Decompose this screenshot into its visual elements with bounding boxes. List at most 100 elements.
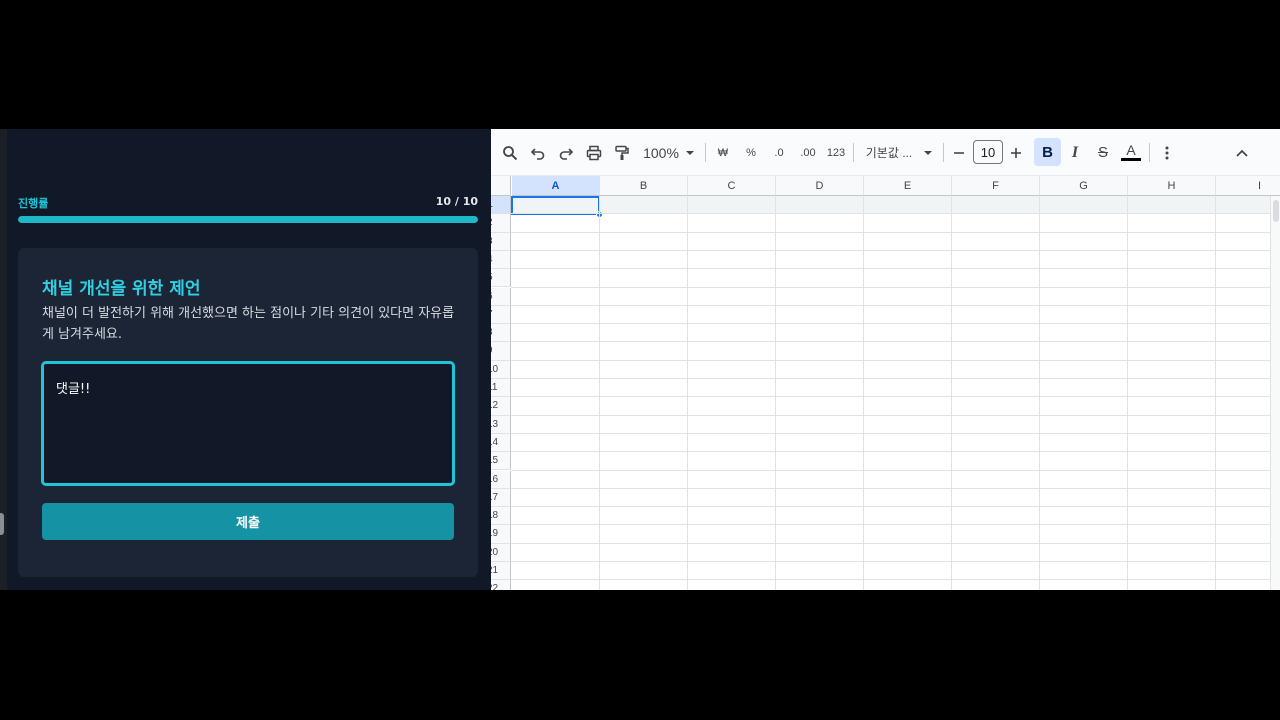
decrease-decimal-button[interactable]: .0: [767, 139, 791, 166]
row-header-17[interactable]: 17: [491, 488, 511, 508]
font-family-select[interactable]: 기본값 ...: [863, 139, 915, 166]
progress-count: 10 / 10: [435, 195, 478, 208]
row-header-4[interactable]: 4: [491, 250, 511, 270]
column-gridline: [951, 196, 952, 590]
column-header-a[interactable]: A: [512, 176, 600, 196]
row-gridline: [511, 396, 1271, 398]
row-header-6[interactable]: 6: [491, 287, 511, 306]
row-gridline: [511, 506, 1271, 508]
column-gridline: [687, 196, 688, 590]
row-gridline: [511, 378, 1271, 379]
column-gridline: [599, 196, 600, 590]
progress-fill: [18, 216, 478, 223]
column-header-i[interactable]: I: [1216, 176, 1280, 196]
row-header-12[interactable]: 12: [491, 397, 511, 416]
row-header-9[interactable]: 9: [491, 342, 511, 361]
row-header-10[interactable]: 10: [491, 360, 511, 379]
row-gridline: [511, 323, 1271, 325]
row-number: 15: [491, 455, 499, 467]
cell-grid[interactable]: ABCDEFGHI1234567891011121314151617181920…: [491, 176, 1280, 590]
undo-icon[interactable]: [527, 139, 549, 166]
increase-decimal-button[interactable]: .00: [795, 139, 821, 166]
column-header-f[interactable]: F: [952, 176, 1040, 196]
question-card: 채널 개선을 위한 제언 채널이 더 발전하기 위해 개선했으면 하는 점이나 …: [18, 248, 478, 577]
row-header-18[interactable]: 18: [491, 507, 511, 526]
column-header-b[interactable]: B: [600, 176, 688, 196]
row-header-19[interactable]: 19: [491, 525, 511, 544]
progress-header: 진행률 10 / 10: [18, 195, 478, 210]
collapse-toolbar-icon[interactable]: [1231, 139, 1253, 166]
font-dropdown-icon[interactable]: [921, 139, 935, 166]
column-header-d[interactable]: D: [776, 176, 864, 196]
column-header-e[interactable]: E: [864, 176, 952, 196]
column-header-c[interactable]: C: [688, 176, 776, 196]
bold-button[interactable]: B: [1034, 138, 1061, 166]
row-number: 17: [491, 491, 499, 503]
vertical-scrollbar[interactable]: [1270, 196, 1280, 590]
row-header-1[interactable]: 1: [491, 196, 511, 215]
scrollbar-thumb[interactable]: [1273, 200, 1279, 222]
font-size-input[interactable]: 10: [973, 140, 1003, 164]
row-number: 9: [491, 345, 493, 356]
row-gridline: [511, 579, 1271, 581]
row-header-8[interactable]: 8: [491, 324, 511, 343]
selected-cell[interactable]: [511, 196, 600, 215]
column-gridline: [1127, 196, 1128, 590]
resize-handle[interactable]: [0, 513, 4, 535]
row-number: 20: [491, 546, 499, 558]
percent-format-button[interactable]: %: [741, 139, 761, 166]
row-header-2[interactable]: 2: [491, 214, 511, 233]
print-icon[interactable]: [583, 139, 605, 166]
row-header-20[interactable]: 20: [491, 543, 511, 562]
more-options-icon[interactable]: [1157, 139, 1177, 166]
row-number: 22: [491, 583, 499, 590]
select-all-corner[interactable]: [491, 176, 511, 196]
text-color-swatch: [1121, 158, 1141, 161]
row-header-21[interactable]: 21: [491, 562, 511, 581]
paint-format-icon[interactable]: [611, 139, 633, 166]
column-header-g[interactable]: G: [1040, 176, 1128, 196]
row-number: 14: [491, 436, 499, 448]
row-gridline: [511, 487, 1271, 489]
toolbar-divider: [705, 143, 706, 162]
column-gridline: [1215, 196, 1216, 590]
redo-icon[interactable]: [555, 139, 577, 166]
row-gridline: [511, 542, 1271, 544]
active-row-highlight: [511, 196, 1271, 214]
column-gridline: [863, 196, 864, 590]
decrease-font-size-icon[interactable]: [951, 139, 967, 166]
search-icon[interactable]: [499, 139, 521, 166]
strikethrough-button[interactable]: S: [1093, 139, 1113, 166]
row-number: 3: [491, 236, 493, 247]
row-number: 13: [491, 418, 499, 430]
row-header-14[interactable]: 14: [491, 433, 511, 453]
row-gridline: [511, 213, 1271, 215]
row-header-5[interactable]: 5: [491, 269, 511, 288]
answer-textarea[interactable]: 댓글!!: [41, 361, 455, 486]
number-format-button[interactable]: 123: [825, 139, 847, 166]
row-header-3[interactable]: 3: [491, 232, 511, 251]
increase-font-size-icon[interactable]: [1008, 139, 1024, 166]
row-header-16[interactable]: 16: [491, 470, 511, 489]
row-header-11[interactable]: 11: [491, 379, 511, 398]
row-header-15[interactable]: 15: [491, 452, 511, 471]
row-gridline: [511, 341, 1271, 343]
row-header-22[interactable]: 22: [491, 580, 511, 590]
row-header-13[interactable]: 13: [491, 415, 511, 434]
currency-format-button[interactable]: ₩: [713, 139, 733, 166]
row-number: 8: [491, 327, 493, 338]
row-gridline: [511, 451, 1271, 453]
italic-button[interactable]: I: [1065, 139, 1085, 166]
row-number: 21: [491, 565, 499, 576]
submit-button[interactable]: 제출: [42, 503, 454, 540]
zoom-select[interactable]: 100%: [641, 139, 681, 166]
zoom-dropdown-icon[interactable]: [683, 139, 697, 166]
row-number: 12: [491, 400, 499, 412]
column-header-h[interactable]: H: [1128, 176, 1216, 196]
survey-panel: 진행률 10 / 10 채널 개선을 위한 제언 채널이 더 발전하기 위해 개…: [0, 129, 491, 590]
column-gridline: [775, 196, 776, 590]
row-header-7[interactable]: 7: [491, 305, 511, 325]
row-number: 11: [491, 382, 498, 393]
row-gridline: [511, 268, 1271, 270]
row-gridline: [511, 414, 1271, 416]
